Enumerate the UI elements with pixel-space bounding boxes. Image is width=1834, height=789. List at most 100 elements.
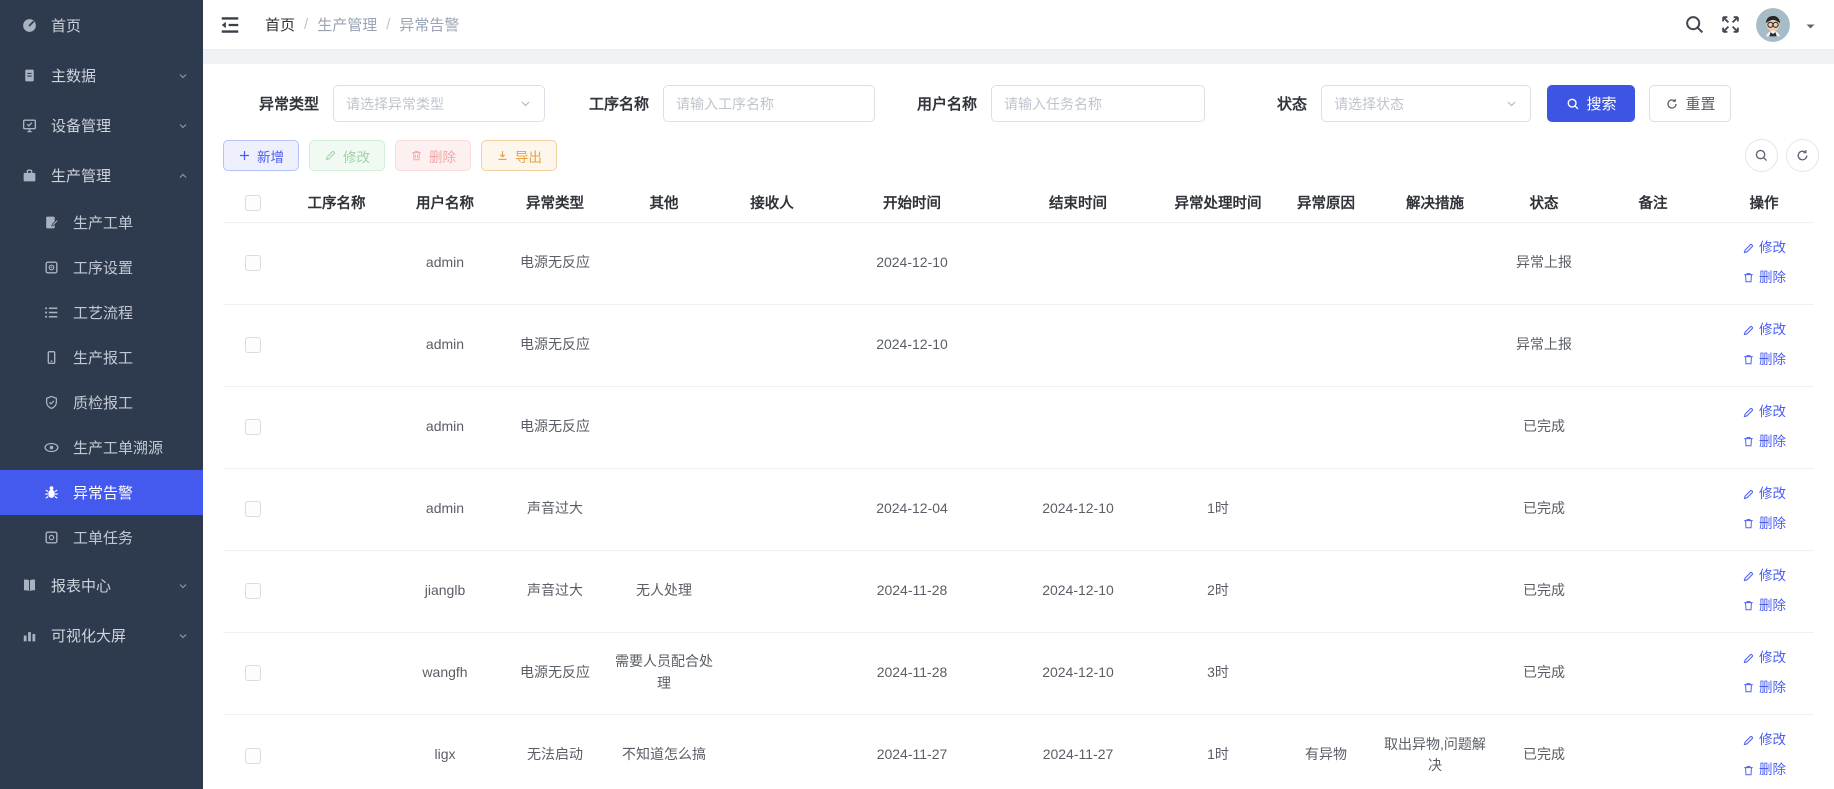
row-checkbox[interactable] xyxy=(245,665,261,681)
sidebar-item-label: 生产工单溯源 xyxy=(73,437,189,458)
user-avatar[interactable] xyxy=(1756,8,1790,42)
fullscreen-icon[interactable] xyxy=(1720,14,1741,35)
show-search-button[interactable] xyxy=(1745,139,1778,172)
row-edit-link[interactable]: 修改 xyxy=(1742,402,1786,423)
sidebar-item-abnormal-alarm[interactable]: 异常告警 xyxy=(0,470,203,515)
cell-status: 异常上报 xyxy=(1496,222,1592,304)
user-name-field xyxy=(991,85,1205,122)
delete-button[interactable]: 删除 xyxy=(395,140,471,171)
sidebar-item-label: 工序设置 xyxy=(73,257,189,278)
row-delete-link[interactable]: 删除 xyxy=(1742,268,1786,289)
cell-user-name: jianglb xyxy=(390,550,500,632)
row-delete-link[interactable]: 删除 xyxy=(1742,514,1786,535)
caret-down-icon[interactable] xyxy=(1805,19,1816,30)
breadcrumb-home[interactable]: 首页 xyxy=(265,14,295,35)
user-name-label: 用户名称 xyxy=(917,93,977,114)
sidebar-item-visual-screen[interactable]: 可视化大屏 xyxy=(0,610,203,660)
status-select[interactable]: 请选择状态 xyxy=(1321,85,1531,122)
cell-reason xyxy=(1278,468,1374,550)
add-button[interactable]: 新增 xyxy=(223,140,299,171)
refresh-table-button[interactable] xyxy=(1786,139,1819,172)
table-row: wangfh 电源无反应 需要人员配合处理 2024-11-28 2024-12… xyxy=(223,632,1814,714)
row-checkbox[interactable] xyxy=(245,255,261,271)
exception-type-label: 异常类型 xyxy=(259,93,319,114)
sidebar-item-home[interactable]: 首页 xyxy=(0,0,203,50)
cell-start-time xyxy=(826,386,998,468)
cell-end-time: 2024-12-10 xyxy=(998,632,1158,714)
sidebar-item-process-settings[interactable]: 工序设置 xyxy=(0,245,203,290)
row-edit-label: 修改 xyxy=(1759,648,1786,669)
cell-other: 无人处理 xyxy=(610,550,718,632)
row-checkbox[interactable] xyxy=(245,337,261,353)
search-button[interactable]: 搜索 xyxy=(1547,85,1635,122)
pencil-icon xyxy=(1742,242,1755,255)
alarm-table: 工序名称 用户名称 异常类型 其他 接收人 开始时间 结束时间 异常处理时间 异… xyxy=(223,184,1814,789)
select-all-checkbox[interactable] xyxy=(245,195,261,211)
sidebar-item-quality-report[interactable]: 质检报工 xyxy=(0,380,203,425)
row-delete-label: 删除 xyxy=(1759,760,1786,781)
row-edit-link[interactable]: 修改 xyxy=(1742,238,1786,259)
col-operations: 操作 xyxy=(1714,184,1814,222)
sidebar-item-process-flow[interactable]: 工艺流程 xyxy=(0,290,203,335)
row-edit-link[interactable]: 修改 xyxy=(1742,484,1786,505)
cell-exception-type: 电源无反应 xyxy=(500,304,610,386)
pencil-icon xyxy=(1742,488,1755,501)
device-monitor-icon xyxy=(21,117,38,134)
row-checkbox[interactable] xyxy=(245,501,261,517)
cell-handle-time xyxy=(1158,304,1278,386)
row-edit-link[interactable]: 修改 xyxy=(1742,320,1786,341)
row-delete-link[interactable]: 删除 xyxy=(1742,596,1786,617)
export-button[interactable]: 导出 xyxy=(481,140,557,171)
alarm-table-wrap: 工序名称 用户名称 异常类型 其他 接收人 开始时间 结束时间 异常处理时间 异… xyxy=(203,172,1834,789)
table-tools xyxy=(1745,139,1819,172)
cell-handle-time xyxy=(1158,222,1278,304)
exception-type-select[interactable]: 请选择异常类型 xyxy=(333,85,545,122)
process-flow-icon xyxy=(43,304,60,321)
sidebar-item-order-task[interactable]: 工单任务 xyxy=(0,515,203,560)
sidebar-item-device-mgmt[interactable]: 设备管理 xyxy=(0,100,203,150)
search-icon[interactable] xyxy=(1684,14,1705,35)
cell-handle-time: 2时 xyxy=(1158,550,1278,632)
cell-solution xyxy=(1374,632,1496,714)
refresh-icon xyxy=(1665,97,1679,111)
sidebar: 首页 主数据 设备管理 生产管理 生产工单 工序设置 工艺流程 生产报工 质检报… xyxy=(0,0,203,789)
cell-other xyxy=(610,222,718,304)
row-delete-label: 删除 xyxy=(1759,268,1786,289)
cell-status: 已完成 xyxy=(1496,550,1592,632)
row-delete-link[interactable]: 删除 xyxy=(1742,760,1786,781)
sidebar-item-report-center[interactable]: 报表中心 xyxy=(0,560,203,610)
row-delete-link[interactable]: 删除 xyxy=(1742,678,1786,699)
breadcrumb-production-mgmt[interactable]: 生产管理 xyxy=(317,14,377,35)
sidebar-collapse-icon[interactable] xyxy=(219,14,241,36)
col-end-time: 结束时间 xyxy=(998,184,1158,222)
phone-report-icon xyxy=(43,349,60,366)
row-edit-link[interactable]: 修改 xyxy=(1742,648,1786,669)
row-delete-link[interactable]: 删除 xyxy=(1742,432,1786,453)
sidebar-item-production-report[interactable]: 生产报工 xyxy=(0,335,203,380)
sidebar-item-production-mgmt[interactable]: 生产管理 xyxy=(0,150,203,200)
chevron-down-icon xyxy=(519,97,532,110)
reset-button[interactable]: 重置 xyxy=(1649,85,1731,122)
pencil-icon xyxy=(1742,406,1755,419)
row-delete-link[interactable]: 删除 xyxy=(1742,350,1786,371)
sidebar-item-production-order[interactable]: 生产工单 xyxy=(0,200,203,245)
row-checkbox[interactable] xyxy=(245,748,261,764)
sidebar-item-order-trace[interactable]: 生产工单溯源 xyxy=(0,425,203,470)
chevron-down-icon xyxy=(177,579,189,591)
row-edit-link[interactable]: 修改 xyxy=(1742,566,1786,587)
trash-icon xyxy=(1742,599,1755,612)
process-name-input[interactable] xyxy=(676,96,862,112)
row-checkbox[interactable] xyxy=(245,583,261,599)
row-edit-link[interactable]: 修改 xyxy=(1742,730,1786,751)
trash-icon xyxy=(1742,517,1755,530)
trash-icon xyxy=(410,149,423,162)
edit-button[interactable]: 修改 xyxy=(309,140,385,171)
row-checkbox[interactable] xyxy=(245,419,261,435)
cell-other: 需要人员配合处理 xyxy=(610,632,718,714)
col-process-name: 工序名称 xyxy=(283,184,390,222)
cell-remark xyxy=(1592,304,1714,386)
user-name-input[interactable] xyxy=(1004,96,1192,112)
cell-end-time: 2024-12-10 xyxy=(998,550,1158,632)
sidebar-item-master-data[interactable]: 主数据 xyxy=(0,50,203,100)
table-row: admin 电源无反应 2024-12-10 异常上报 修改 删除 xyxy=(223,304,1814,386)
